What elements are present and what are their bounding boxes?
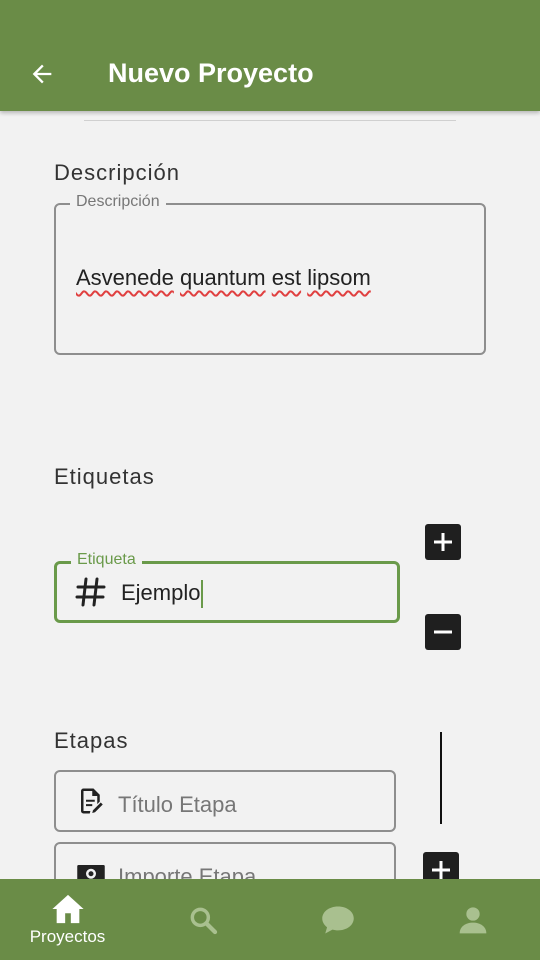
tag-field-label: Etiqueta [71, 551, 142, 569]
description-word: quantum [179, 265, 266, 290]
remove-tag-button[interactable] [425, 614, 461, 650]
description-word: Asvenede [76, 265, 174, 290]
nav-item-search[interactable] [135, 879, 270, 960]
stage-title-field[interactable]: Título Etapa [54, 770, 396, 832]
arrow-back-icon [32, 64, 52, 84]
hash-icon [75, 577, 106, 607]
nav-label-proyectos: Proyectos [29, 926, 106, 946]
tags-section-title: Etiquetas [54, 464, 155, 489]
tag-field[interactable]: Etiqueta Ejemplo [54, 551, 400, 623]
nav-item-proyectos[interactable]: Proyectos [0, 879, 135, 960]
description-field-label: Descripción [70, 193, 166, 211]
stages-section-title: Etapas [54, 728, 129, 753]
stage-title-placeholder: Título Etapa [118, 792, 237, 817]
page-title: Nuevo Proyecto [108, 58, 314, 88]
plus-icon [434, 533, 452, 551]
minus-icon [434, 630, 452, 634]
tag-input-value: Ejemplo [121, 580, 204, 609]
description-word: est [271, 265, 302, 290]
document-edit-icon [81, 788, 103, 814]
search-icon [190, 907, 217, 934]
stage-divider-line [440, 732, 442, 824]
app-bar: Nuevo Proyecto [0, 0, 540, 111]
description-section-title: Descripción [54, 160, 180, 185]
tag-value-text: Ejemplo [121, 580, 201, 605]
text-caret [201, 580, 204, 609]
description-field[interactable]: Descripción Asvenede quantum est lipsom [54, 193, 486, 355]
add-tag-button[interactable] [425, 524, 461, 560]
chat-icon [321, 906, 354, 933]
home-icon [51, 894, 84, 923]
back-button[interactable] [24, 56, 60, 92]
description-value: Asvenede quantum est lipsom [76, 265, 371, 291]
person-icon [459, 906, 486, 933]
nav-item-profile[interactable] [405, 879, 540, 960]
nav-item-chat[interactable] [270, 879, 405, 960]
description-word: lipsom [307, 265, 371, 290]
divider [84, 120, 456, 121]
bottom-navigation: Proyectos [0, 879, 540, 960]
